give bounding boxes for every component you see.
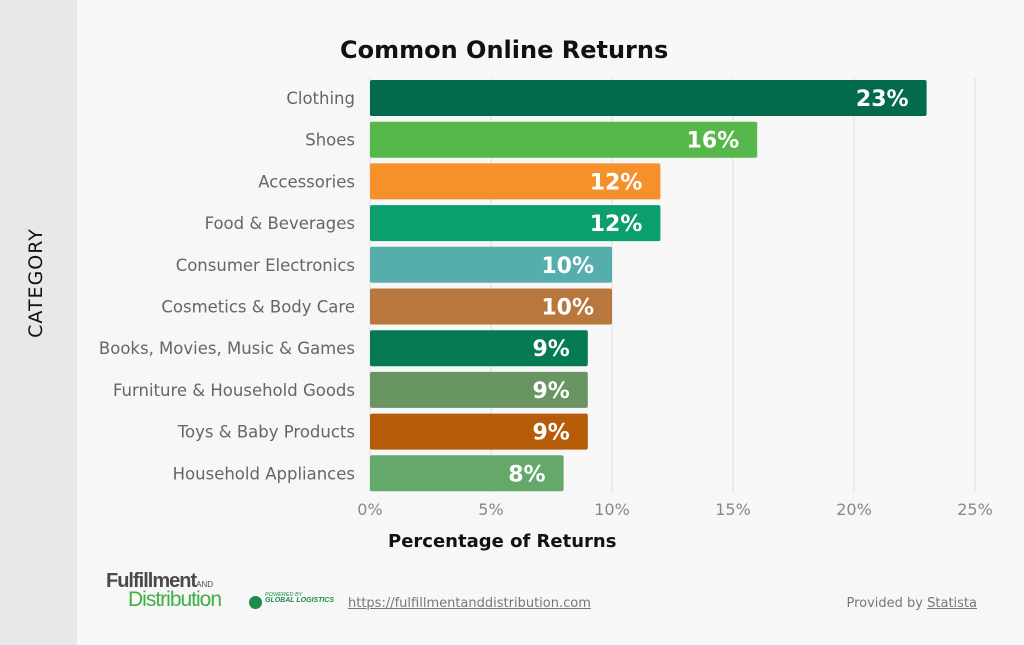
- value-label: 23%: [856, 87, 909, 112]
- value-label: 9%: [532, 379, 569, 404]
- category-label: Toys & Baby Products: [177, 423, 355, 442]
- value-label: 9%: [532, 421, 569, 446]
- bar: [370, 80, 927, 116]
- category-label: Shoes: [305, 131, 355, 150]
- category-label: Clothing: [286, 89, 355, 108]
- value-label: 12%: [590, 170, 643, 195]
- x-axis-title: Percentage of Returns: [388, 531, 617, 552]
- x-tick-label: 25%: [957, 500, 993, 519]
- fulfillment-distribution-logo[interactable]: FulfillmentAND Distribution POWERED BY GL…: [106, 570, 336, 616]
- logo-powered-by: POWERED BY GLOBAL LOGISTICS: [265, 592, 335, 604]
- category-label: Cosmetics & Body Care: [161, 298, 355, 317]
- category-label: Food & Beverages: [205, 214, 355, 233]
- website-link[interactable]: https://fulfillmentanddistribution.com: [348, 596, 591, 611]
- x-tick-label: 10%: [594, 500, 630, 519]
- value-label: 10%: [541, 254, 594, 279]
- category-label: Household Appliances: [173, 464, 355, 483]
- category-label: Consumer Electronics: [176, 256, 355, 275]
- value-label: 8%: [508, 462, 545, 487]
- category-label: Furniture & Household Goods: [113, 381, 355, 400]
- global-logistics-icon: [249, 596, 262, 609]
- logo-text-bottom: Distribution: [128, 588, 222, 611]
- x-tick-label: 0%: [357, 500, 382, 519]
- value-label: 9%: [532, 337, 569, 362]
- value-label: 12%: [590, 212, 643, 237]
- value-label: 10%: [541, 296, 594, 321]
- source-credit: Provided by Statista: [846, 596, 977, 611]
- x-tick-label: 20%: [836, 500, 872, 519]
- value-label: 16%: [687, 129, 740, 154]
- category-label: Accessories: [258, 172, 355, 191]
- statista-link[interactable]: Statista: [927, 596, 977, 611]
- category-label: Books, Movies, Music & Games: [99, 339, 355, 358]
- x-tick-label: 15%: [715, 500, 751, 519]
- x-tick-label: 5%: [478, 500, 503, 519]
